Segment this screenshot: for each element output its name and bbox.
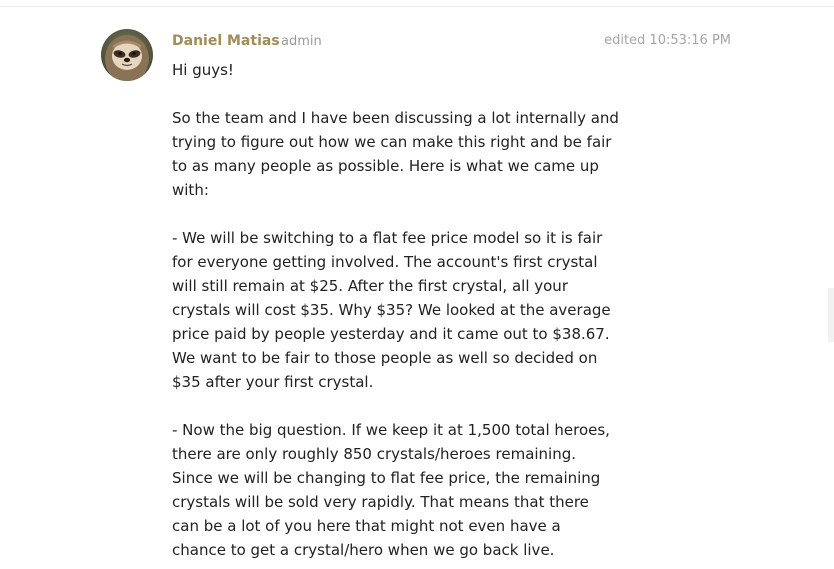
paragraph-line: - Now the big question. If we keep it at…: [172, 421, 610, 439]
paragraph-line: trying to figure out how we can make thi…: [172, 133, 612, 151]
paragraph-line: there are only roughly 850 crystals/hero…: [172, 445, 577, 463]
username[interactable]: Daniel Matias: [172, 33, 280, 49]
paragraph-line: So the team and I have been discussing a…: [172, 109, 619, 127]
paragraph-line: - We will be switching to a flat fee pri…: [172, 229, 603, 247]
user-avatar[interactable]: [101, 29, 153, 81]
top-divider: [0, 6, 834, 7]
scrollbar[interactable]: [828, 288, 834, 342]
paragraph-line: with:: [172, 181, 209, 199]
paragraph-line: crystals will be sold very rapidly. That…: [172, 493, 589, 511]
paragraph-line: $35 after your first crystal.: [172, 373, 374, 391]
paragraph-line: price paid by people yesterday and it ca…: [172, 325, 610, 343]
paragraph-line: We want to be fair to those people as we…: [172, 349, 598, 367]
paragraph-line: to as many people as possible. Here is w…: [172, 157, 599, 175]
paragraph-line: Since we will be changing to flat fee pr…: [172, 469, 601, 487]
greeting-text: Hi guys!: [172, 61, 234, 79]
paragraph-1: So the team and I have been discussing a…: [172, 106, 619, 202]
edited-timestamp[interactable]: edited 10:53:16 PM: [604, 33, 731, 48]
paragraph-line: chance to get a crystal/hero when we go …: [172, 541, 555, 559]
paragraph-line: for everyone getting involved. The accou…: [172, 253, 598, 271]
paragraph-line: crystals will cost $35. Why $35? We look…: [172, 301, 611, 319]
post-header: Daniel Matias admin edited 10:53:16 PM: [172, 33, 731, 53]
paragraph-line: will still remain at $25. After the firs…: [172, 277, 568, 295]
paragraph-2: - We will be switching to a flat fee pri…: [172, 226, 612, 394]
user-role-badge: admin: [281, 34, 322, 49]
post-body: Hi guys! So the team and I have been dis…: [172, 58, 619, 562]
sloth-avatar-icon: [101, 29, 153, 81]
paragraph-line: can be a lot of you here that might not …: [172, 517, 561, 535]
paragraph-3: - Now the big question. If we keep it at…: [172, 418, 612, 562]
